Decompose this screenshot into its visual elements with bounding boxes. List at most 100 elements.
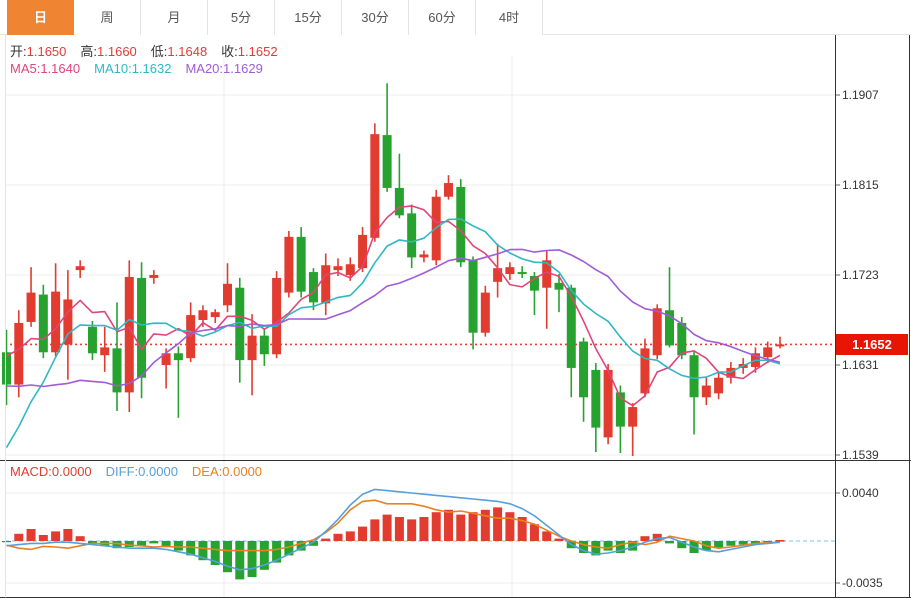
candle-body [776,344,785,346]
candle-body [690,355,699,397]
interval-tabbar: 日周月5分15分30分60分4时 [0,0,911,35]
macd-bar [174,541,183,551]
macd-bar [395,517,404,541]
candle-body [604,370,613,438]
ohlc-item: 开:1.1650 [10,44,66,59]
candle-body [407,213,416,257]
macd-bar [321,539,330,541]
candle-body [505,267,514,274]
ma5-line [7,206,781,406]
ohlc-readout: 开:1.1650 高:1.1660 低:1.1648 收:1.1652 [10,41,292,60]
candle-body [419,254,428,257]
axis-tick-label: 0.0040 [842,486,879,500]
macd-bar [235,541,244,579]
macd-bar [358,527,367,541]
current-price-tag: 1.1652 [836,334,908,355]
candle-body [383,135,392,188]
candle-body [493,268,502,282]
macd-bar [39,535,48,541]
ohlc-item: 高:1.1660 [80,44,136,59]
candle-body [260,336,269,355]
tab-day[interactable]: 日 [7,0,74,35]
macd-item: MACD:0.0000 [10,464,92,479]
ma-item: MA20:1.1629 [185,61,262,76]
macd-bar [63,529,72,541]
macd-bar [149,541,158,543]
tab-week[interactable]: 周 [74,0,141,35]
ma10-line [7,219,781,448]
chart-canvas[interactable] [0,0,911,598]
macd-bar [493,507,502,541]
candle-body [297,237,306,292]
candle-body [702,386,711,398]
candle-body [555,283,564,290]
macd-bar [2,541,11,542]
candle-body [579,342,588,398]
macd-bar [726,541,735,546]
macd-bar [776,540,785,542]
candle-body [198,310,207,320]
candle-body [653,308,662,355]
macd-bar [604,541,613,551]
candle-body [321,265,330,303]
tab-60min[interactable]: 60分 [409,0,476,35]
candle-body [518,272,527,274]
candle-body [567,288,576,368]
macd-bar [334,534,343,541]
candle-body [88,327,97,353]
candle-body [346,264,355,275]
candle-body [100,347,109,355]
ma-readout: MA5:1.1640MA10:1.1632MA20:1.1629 [10,61,277,76]
axis-tick-label: 1.1723 [842,268,879,282]
tab-15min[interactable]: 15分 [275,0,342,35]
dea-line [7,500,781,550]
macd-bar [505,512,514,541]
macd-bar [14,534,23,541]
ma-item: MA5:1.1640 [10,61,80,76]
tab-4hour[interactable]: 4时 [476,0,543,35]
candle-body [63,299,72,344]
candle-body [456,187,465,262]
axis-tick-label: 1.1539 [842,448,879,462]
candle-body [444,183,453,197]
tab-30min[interactable]: 30分 [342,0,409,35]
candle-body [284,237,293,293]
macd-readout: MACD:0.0000 DIFF:0.0000 DEA:0.0000 [10,464,276,479]
tab-5min[interactable]: 5分 [208,0,275,35]
kline-app: 日周月5分15分30分60分4时 开:1.1650 高:1.1660 低:1.164… [0,0,911,598]
candle-body [51,292,60,353]
candle-body [469,260,478,332]
macd-bar [456,515,465,541]
macd-item: DEA:0.0000 [192,464,262,479]
macd-bar [51,531,60,541]
macd-bar [640,536,649,541]
macd-bar [432,512,441,541]
macd-bar [370,519,379,541]
macd-bar [542,531,551,541]
tab-month[interactable]: 月 [141,0,208,35]
macd-item: DIFF:0.0000 [106,464,178,479]
candle-body [2,352,11,384]
ohlc-item: 低:1.1648 [151,44,207,59]
macd-bar [27,529,36,541]
axis-tick-label: 1.1631 [842,358,879,372]
candle-body [370,134,379,238]
candle-body [137,278,146,378]
candle-body [714,378,723,394]
macd-bar [530,524,539,541]
candle-body [174,353,183,360]
candle-body [248,336,257,360]
candle-body [358,235,367,268]
ohlc-item: 收:1.1652 [221,44,277,59]
axis-tick-label: 1.1815 [842,178,879,192]
candle-body [211,312,220,317]
candle-body [591,370,600,428]
candle-body [334,266,343,270]
candle-body [640,348,649,393]
macd-bar [248,541,257,577]
candle-body [677,323,686,355]
macd-bar [665,541,674,543]
macd-bar [555,539,564,541]
macd-bar [346,531,355,541]
candle-body [628,407,637,427]
